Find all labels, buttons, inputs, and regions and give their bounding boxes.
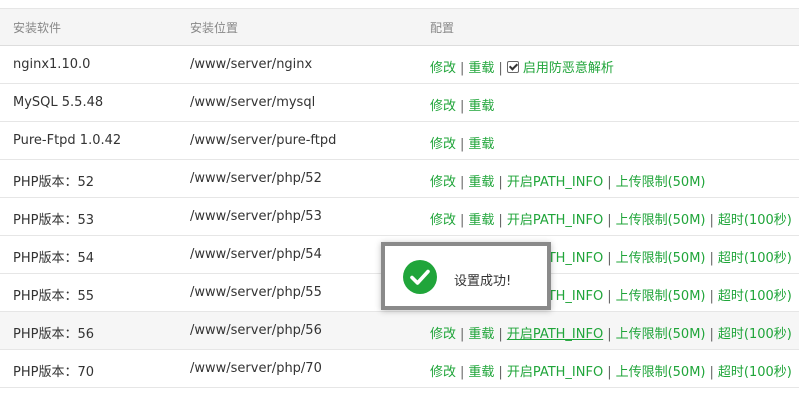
separator: | <box>498 327 503 342</box>
table-row: Pure-Ftpd 1.0.42/www/server/pure-ftpd 修改 |… <box>0 122 799 160</box>
timeout-link[interactable]: 超时(100秒) <box>718 365 792 380</box>
software-name: PHP版本：70 <box>13 365 94 380</box>
install-path: /www/server/php/54 <box>190 247 322 262</box>
config-actions: 修改 | 重载 <box>430 95 494 114</box>
upload-limit-link[interactable]: 上传限制(50M) <box>616 365 706 380</box>
upload-limit-link[interactable]: 上传限制(50M) <box>616 251 706 266</box>
separator: | <box>709 213 714 228</box>
config-actions: 修改 | 重载 <box>430 133 494 152</box>
config-actions: 修改|重载|开启PATH_INFO|上传限制(50M)|超时(100秒) <box>430 209 792 228</box>
separator: | <box>607 365 612 380</box>
modify-link[interactable]: 修改 <box>430 365 456 380</box>
modify-link[interactable]: 修改 <box>430 61 456 76</box>
separator: | <box>498 175 503 190</box>
header-config: 配置 <box>430 21 455 35</box>
separator: | <box>460 137 465 152</box>
separator: | <box>709 327 714 342</box>
separator: | <box>607 289 612 304</box>
table-header: 安装软件 安装位置 配置 <box>0 9 799 46</box>
reload-link[interactable]: 重载 <box>468 327 494 342</box>
install-path: /www/server/pure-ftpd <box>190 133 337 148</box>
separator: | <box>460 175 465 190</box>
separator: | <box>607 251 612 266</box>
anti-malicious-label[interactable]: 启用防恶意解析 <box>523 61 614 76</box>
install-path: /www/server/php/56 <box>190 323 322 338</box>
pathinfo-link[interactable]: 开启PATH_INFO <box>507 175 603 190</box>
upload-limit-link[interactable]: 上传限制(50M) <box>616 289 706 304</box>
separator: | <box>709 365 714 380</box>
table-row: nginx1.10.0/www/server/nginx 修改 | 重载 | 启用防恶意解… <box>0 46 799 84</box>
config-actions: 修改 | 重载 | 启用防恶意解析 <box>430 57 614 76</box>
install-path: /www/server/php/55 <box>190 285 322 300</box>
software-table: 安装软件 安装位置 配置 nginx1.10.0/www/server/ngin… <box>0 8 799 388</box>
modify-link[interactable]: 修改 <box>430 327 456 342</box>
upload-limit-link[interactable]: 上传限制(50M) <box>616 327 706 342</box>
install-path: /www/server/php/52 <box>190 171 322 186</box>
header-software: 安装软件 <box>13 21 62 35</box>
separator: | <box>460 61 465 76</box>
separator: | <box>498 213 503 228</box>
modify-link[interactable]: 修改 <box>430 213 456 228</box>
separator: | <box>709 251 714 266</box>
reload-link[interactable]: 重载 <box>468 365 494 380</box>
modify-link[interactable]: 修改 <box>430 175 456 190</box>
modify-link[interactable]: 修改 <box>430 137 456 152</box>
separator: | <box>709 289 714 304</box>
reload-link[interactable]: 重载 <box>468 175 494 190</box>
separator: | <box>460 213 465 228</box>
header-location: 安装位置 <box>190 21 239 35</box>
table-row: PHP版本：53/www/server/php/53 修改 | 重载 | 开启PATH_I… <box>0 198 799 236</box>
separator: | <box>607 327 612 342</box>
timeout-link[interactable]: 超时(100秒) <box>718 289 792 304</box>
pathinfo-link[interactable]: 开启PATH_INFO <box>507 365 603 380</box>
success-toast: 设置成功! <box>381 242 551 310</box>
separator: | <box>498 61 503 76</box>
table-row: PHP版本：52/www/server/php/52 修改 | 重载 | 开启PATH_I… <box>0 160 799 198</box>
install-path: /www/server/php/70 <box>190 361 322 376</box>
install-path: /www/server/mysql <box>190 95 316 110</box>
table-row: PHP版本：70/www/server/php/70 修改 | 重载 | 开启PATH_I… <box>0 350 799 388</box>
check-circle-icon <box>403 260 437 294</box>
toast-message: 设置成功! <box>454 274 512 289</box>
upload-limit-link[interactable]: 上传限制(50M) <box>616 175 706 190</box>
software-name: PHP版本：52 <box>13 175 94 190</box>
software-name: PHP版本：53 <box>13 213 94 228</box>
pathinfo-link[interactable]: 开启PATH_INFO <box>507 327 603 342</box>
timeout-link[interactable]: 超时(100秒) <box>718 251 792 266</box>
separator: | <box>460 365 465 380</box>
config-actions: 修改|重载|开启PATH_INFO|上传限制(50M)|超时(100秒) <box>430 361 792 380</box>
install-path: /www/server/nginx <box>190 57 313 72</box>
reload-link[interactable]: 重载 <box>468 99 494 114</box>
timeout-link[interactable]: 超时(100秒) <box>718 327 792 342</box>
separator: | <box>607 213 612 228</box>
modify-link[interactable]: 修改 <box>430 99 456 114</box>
reload-link[interactable]: 重载 <box>468 137 494 152</box>
software-name: PHP版本：54 <box>13 251 94 266</box>
separator: | <box>460 99 465 114</box>
pathinfo-link[interactable]: 开启PATH_INFO <box>507 213 603 228</box>
table-row: MySQL 5.5.48/www/server/mysql 修改 | 重载 <box>0 84 799 122</box>
reload-link[interactable]: 重载 <box>468 213 494 228</box>
reload-link[interactable]: 重载 <box>468 61 494 76</box>
software-name: PHP版本：56 <box>13 327 94 342</box>
upload-limit-link[interactable]: 上传限制(50M) <box>616 213 706 228</box>
config-actions: 修改 | 重载 | 开启PATH_INFO | 上传限制(50M) <box>430 171 706 190</box>
software-name: PHP版本：55 <box>13 289 94 304</box>
config-actions: 修改|重载|开启PATH_INFO|上传限制(50M)|超时(100秒) <box>430 323 792 342</box>
software-name: nginx1.10.0 <box>13 57 91 72</box>
timeout-link[interactable]: 超时(100秒) <box>718 213 792 228</box>
software-name: MySQL 5.5.48 <box>13 95 104 110</box>
separator: | <box>460 327 465 342</box>
software-name: Pure-Ftpd 1.0.42 <box>13 133 122 148</box>
separator: | <box>607 175 612 190</box>
table-row: PHP版本：56/www/server/php/56 修改 | 重载 | 开启PATH_I… <box>0 312 799 350</box>
anti-malicious-checkbox[interactable] <box>506 61 519 73</box>
separator: | <box>498 365 503 380</box>
install-path: /www/server/php/53 <box>190 209 322 224</box>
